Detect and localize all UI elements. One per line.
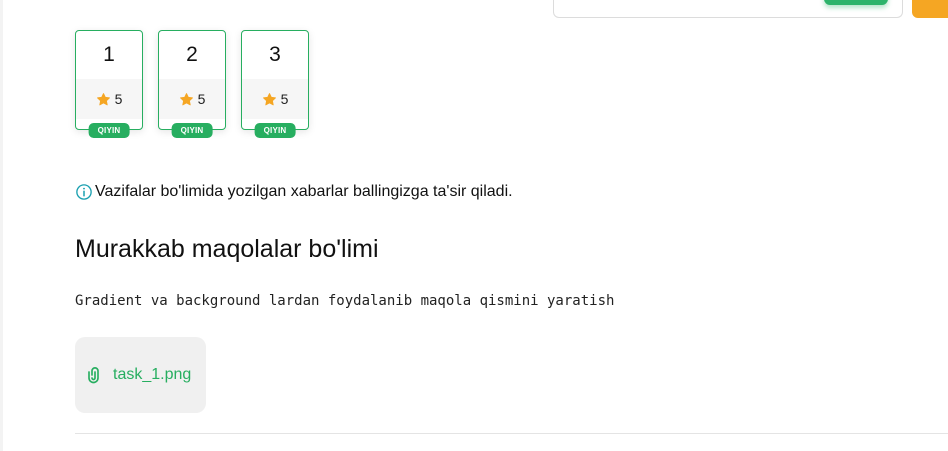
info-notice: Vazifalar bo'limida yozilgan xabarlar ba… bbox=[75, 183, 513, 201]
task-number: 1 bbox=[103, 43, 115, 66]
difficulty-badge: QIYIN bbox=[171, 123, 213, 138]
task-rating: 5 bbox=[159, 79, 225, 119]
rating-value: 5 bbox=[280, 91, 289, 107]
attachment-file-name[interactable]: task_1.png bbox=[113, 366, 191, 384]
difficulty-badge: QIYIN bbox=[254, 123, 296, 138]
top-green-button[interactable] bbox=[824, 0, 888, 5]
section-title: Murakkab maqolalar bo'limi bbox=[75, 235, 379, 263]
task-rating: 5 bbox=[76, 79, 142, 119]
task-card-3[interactable]: 3 5 QIYIN bbox=[241, 30, 309, 138]
task-rating: 5 bbox=[242, 79, 308, 119]
task-description: Gradient va background lardan foydalanib… bbox=[75, 293, 615, 309]
task-card-1[interactable]: 1 5 QIYIN bbox=[75, 30, 143, 138]
divider bbox=[75, 433, 948, 434]
task-cards: 1 5 QIYIN 2 5 QIYIN 3 5 QIYIN bbox=[75, 30, 309, 138]
info-icon bbox=[75, 183, 93, 201]
paperclip-icon bbox=[86, 365, 104, 385]
notice-text: Vazifalar bo'limida yozilgan xabarlar ba… bbox=[95, 183, 513, 200]
task-card-2[interactable]: 2 5 QIYIN bbox=[158, 30, 226, 138]
left-edge-strip bbox=[0, 0, 3, 451]
task-number: 3 bbox=[269, 43, 281, 66]
star-icon bbox=[179, 92, 194, 107]
task-page: 1 5 QIYIN 2 5 QIYIN 3 5 QIYIN Vazifalar … bbox=[0, 0, 948, 451]
difficulty-badge: QIYIN bbox=[88, 123, 130, 138]
star-icon bbox=[262, 92, 277, 107]
top-orange-button[interactable] bbox=[912, 0, 948, 18]
rating-value: 5 bbox=[197, 91, 206, 107]
task-number: 2 bbox=[186, 43, 198, 66]
attachment-file[interactable]: task_1.png bbox=[75, 337, 206, 413]
rating-value: 5 bbox=[114, 91, 123, 107]
star-icon bbox=[96, 92, 111, 107]
